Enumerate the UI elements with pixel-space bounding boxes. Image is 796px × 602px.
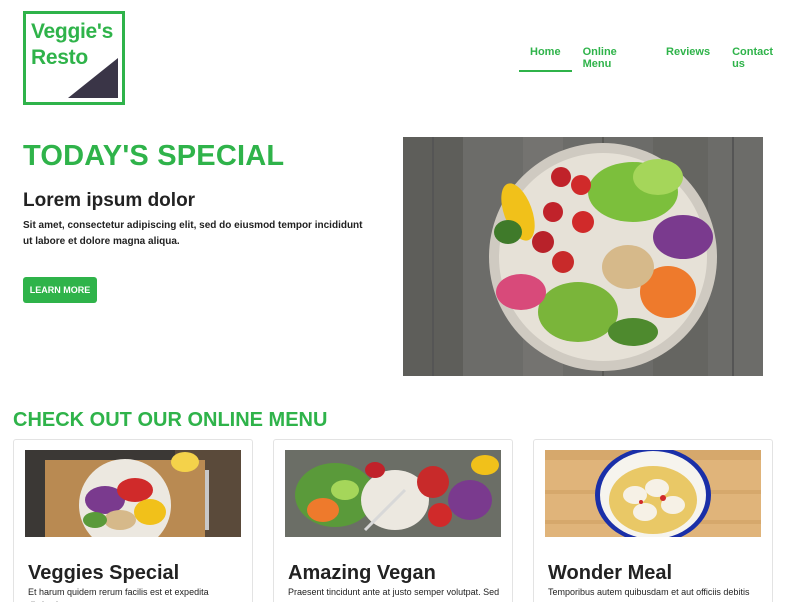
main-nav: Home Online Menu Reviews Contact us — [519, 46, 796, 82]
hero-subtitle: Lorem ipsum dolor — [23, 190, 196, 211]
card-text: Temporibus autem quibusdam et aut offici… — [548, 587, 750, 602]
menu-card[interactable]: Wonder Meal Temporibus autem quibusdam e… — [533, 439, 773, 602]
card-text: Et harum quidem rerum facilis est et exp… — [28, 587, 209, 602]
hero-salad-image — [403, 137, 763, 376]
amazing-vegan-image — [285, 450, 501, 537]
nav-reviews[interactable]: Reviews — [655, 46, 721, 70]
hero-description: Sit amet, consectetur adipiscing elit, s… — [23, 220, 363, 247]
nav-contact[interactable]: Contact us — [721, 46, 796, 82]
wonder-meal-image — [545, 450, 761, 537]
card-title: Veggies Special — [28, 562, 180, 584]
logo-line-1: Veggie's — [31, 20, 113, 43]
learn-more-button[interactable]: LEARN MORE — [23, 277, 97, 303]
card-title: Wonder Meal — [548, 562, 673, 584]
card-text: Praesent tincidunt ante at justo semper … — [288, 587, 500, 597]
card-title: Amazing Vegan — [288, 562, 436, 584]
hero-title: TODAY'S SPECIAL — [23, 140, 285, 172]
menu-section-title: CHECK OUT OUR ONLINE MENU — [13, 409, 328, 431]
menu-card[interactable]: Amazing Vegan Praesent tincidunt ante at… — [273, 439, 513, 602]
nav-home[interactable]: Home — [519, 46, 572, 72]
logo-triangle — [68, 58, 118, 98]
nav-online-menu[interactable]: Online Menu — [572, 46, 655, 82]
veggies-special-image — [25, 450, 241, 537]
logo[interactable]: Veggie's Resto — [23, 11, 125, 105]
menu-card[interactable]: Veggies Special Et harum quidem rerum fa… — [13, 439, 253, 602]
